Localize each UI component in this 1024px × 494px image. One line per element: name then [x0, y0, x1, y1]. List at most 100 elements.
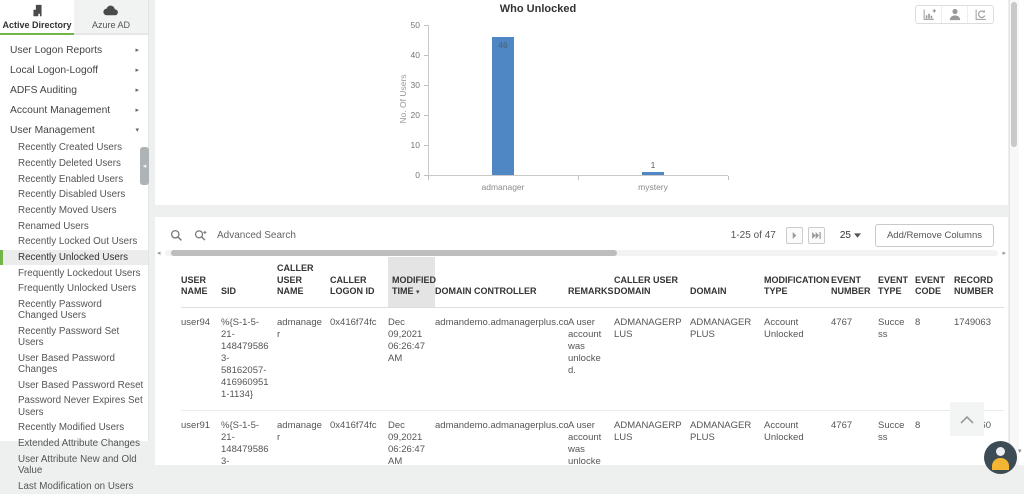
sidebar-item-frequently-lockedout-users[interactable]: Frequently Lockedout Users — [0, 265, 148, 281]
advanced-search-label[interactable]: Advanced Search — [217, 230, 296, 241]
column-header-domain[interactable]: DOMAIN — [690, 257, 764, 309]
chevron-right-icon: ▸ — [135, 106, 139, 114]
next-page-button[interactable] — [785, 226, 803, 244]
sidebar-item-label: Account Management — [10, 104, 111, 116]
sidebar-item-renamed-users[interactable]: Renamed Users — [0, 218, 148, 234]
scroll-right-icon[interactable]: ▸ — [1002, 249, 1006, 257]
sidebar-item-account-management[interactable]: Account Management ▸ — [0, 100, 148, 120]
assistant-chat-button[interactable] — [984, 441, 1017, 474]
y-tick-label: 0 — [415, 170, 420, 180]
column-header-sid[interactable]: SID — [221, 257, 277, 309]
bar-admanager[interactable] — [492, 37, 514, 175]
bar-mystery[interactable] — [642, 172, 664, 175]
search-icon[interactable] — [167, 227, 185, 244]
column-header-event-type[interactable]: EVENT TYPE — [878, 257, 915, 309]
table-toolbar: Advanced Search 1-25 of 47 25 Add/Remove… — [167, 223, 994, 247]
horizontal-scrollbar[interactable]: ◂ ▸ — [157, 250, 1006, 257]
table-cell: admanager — [277, 410, 330, 465]
page-size-dropdown[interactable]: 25 — [840, 230, 861, 241]
sidebar-item-last-modification-on-users[interactable]: Last Modification on Users — [0, 479, 148, 494]
sidebar-item-user-management[interactable]: User Management ▾ — [0, 120, 148, 140]
y-tick-label: 20 — [410, 110, 420, 120]
chevron-right-icon: ▸ — [135, 46, 139, 54]
sidebar-item-frequently-unlocked-users[interactable]: Frequently Unlocked Users — [0, 281, 148, 297]
sidebar-item-extended-attribute-changes[interactable]: Extended Attribute Changes — [0, 436, 148, 452]
data-table: USER NAME SID CALLER USER NAME CALLER LOGON… — [181, 257, 1004, 465]
column-header-event-number[interactable]: EVENT NUMBER — [831, 257, 878, 309]
table-cell: 1749063 — [954, 307, 1004, 412]
directory-tabs: Active Directory Azure AD — [0, 0, 148, 35]
y-tick-label: 10 — [410, 140, 420, 150]
column-header-caller-user-name[interactable]: CALLER USER NAME — [277, 257, 330, 309]
caret-down-icon — [853, 232, 861, 238]
add-chart-icon[interactable] — [916, 6, 941, 23]
table-cell: Account Unlocked — [764, 307, 831, 412]
table-cell: A user account was unlocked. — [568, 307, 614, 412]
sidebar-item-local-logon-logoff[interactable]: Local Logon-Logoff ▸ — [0, 60, 148, 80]
y-tick-mark — [424, 85, 428, 86]
table-cell: admanager — [277, 307, 330, 412]
sidebar-item-user-based-password-reset[interactable]: User Based Password Reset — [0, 378, 148, 394]
column-header-record-number[interactable]: RECORD NUMBER — [954, 257, 1004, 309]
sort-caret-icon: ▾ — [416, 289, 420, 297]
vertical-scrollbar[interactable] — [1009, 0, 1019, 465]
table-cell: %{S-1-5-21-1484795863-58162057-416960951… — [221, 307, 277, 412]
y-tick-mark — [424, 145, 428, 146]
column-header-domain-controller[interactable]: DOMAIN CONTROLLER — [435, 257, 568, 309]
advanced-search-icon[interactable] — [191, 227, 211, 244]
sidebar-item-password-never-expires-set-users[interactable]: Password Never Expires Set Users — [0, 393, 148, 420]
table-cell: 4767 — [831, 410, 878, 465]
sidebar-item-recently-enabled-users[interactable]: Recently Enabled Users — [0, 171, 148, 187]
user-report-icon[interactable] — [941, 6, 967, 23]
table-cell: user94 — [181, 307, 221, 412]
table-cell: Success — [878, 307, 915, 412]
column-header-caller-logon-id[interactable]: CALLER LOGON ID — [330, 257, 388, 309]
person-icon — [996, 447, 1005, 456]
sidebar-item-user-attribute-new-and-old-value[interactable]: User Attribute New and Old Value — [0, 452, 148, 479]
chevron-right-icon: ▸ — [135, 86, 139, 94]
chart-title: Who Unlocked — [499, 3, 577, 15]
sidebar-item-recently-locked-out-users[interactable]: Recently Locked Out Users — [0, 234, 148, 250]
scroll-to-top-button[interactable] — [950, 402, 984, 436]
refresh-chart-icon[interactable] — [967, 6, 993, 23]
sidebar-item-user-logon-reports[interactable]: User Logon Reports ▸ — [0, 40, 148, 60]
y-tick-label: 50 — [410, 20, 420, 30]
column-header-caller-user-domain[interactable]: CALLER USER DOMAIN — [614, 257, 690, 309]
column-header-remarks[interactable]: REMARKS — [568, 257, 614, 309]
sidebar-item-recently-modified-users[interactable]: Recently Modified Users — [0, 420, 148, 436]
sidebar-item-recently-deleted-users[interactable]: Recently Deleted Users — [0, 156, 148, 172]
column-header-modification-type[interactable]: MODIFICATION TYPE — [764, 257, 831, 309]
add-remove-columns-button[interactable]: Add/Remove Columns — [874, 223, 994, 247]
table-cell: 0x416f74fc — [330, 307, 388, 412]
table-cell: 8 — [915, 307, 954, 412]
horizontal-scrollbar-thumb[interactable] — [171, 250, 617, 256]
vertical-scrollbar-thumb[interactable] — [1011, 2, 1017, 147]
sidebar-item-recently-password-changed-users[interactable]: Recently Password Changed Users — [0, 297, 148, 324]
tab-label: Active Directory — [2, 19, 72, 30]
sidebar-item-recently-moved-users[interactable]: Recently Moved Users — [0, 203, 148, 219]
sidebar-item-recently-password-set-users[interactable]: Recently Password Set Users — [0, 324, 148, 351]
sidebar-item-user-based-password-changes[interactable]: User Based Password Changes — [0, 351, 148, 378]
sidebar-item-adfs-auditing[interactable]: ADFS Auditing ▸ — [0, 80, 148, 100]
table-row[interactable]: user94 %{S-1-5-21-1484795863-58162057-416… — [181, 307, 1004, 412]
last-page-button[interactable] — [807, 226, 825, 244]
report-table-panel: Advanced Search 1-25 of 47 25 Add/Remove… — [155, 217, 1008, 465]
sidebar-item-label: User Management — [10, 124, 95, 136]
app-root: Active Directory Azure AD User Logon Repo… — [0, 0, 1024, 492]
sidebar-item-recently-disabled-users[interactable]: Recently Disabled Users — [0, 187, 148, 203]
scroll-left-icon[interactable]: ◂ — [157, 249, 161, 257]
column-header-event-code[interactable]: EVENT CODE — [915, 257, 954, 309]
sidebar-item-recently-created-users[interactable]: Recently Created Users — [0, 140, 148, 156]
tab-azure-ad[interactable]: Azure AD — [74, 0, 148, 35]
y-tick-mark — [424, 115, 428, 116]
column-header-modified-time[interactable]: MODIFIED TIME ▾ — [388, 257, 436, 309]
y-tick-label: 30 — [410, 80, 420, 90]
chat-caret-icon[interactable]: ▾ — [1018, 447, 1022, 455]
bar-value-label: 1 — [650, 160, 656, 170]
sidebar-collapse-handle[interactable]: ◂ — [140, 147, 149, 185]
sidebar-item-recently-unlocked-users[interactable]: Recently Unlocked Users — [0, 249, 148, 266]
tab-active-directory[interactable]: Active Directory — [0, 0, 74, 35]
column-header-user-name[interactable]: USER NAME — [181, 257, 221, 309]
table-row[interactable]: user91%{S-1-5-21-1484795863-58162057-416… — [181, 410, 1004, 465]
table-cell: 8 — [915, 410, 954, 465]
